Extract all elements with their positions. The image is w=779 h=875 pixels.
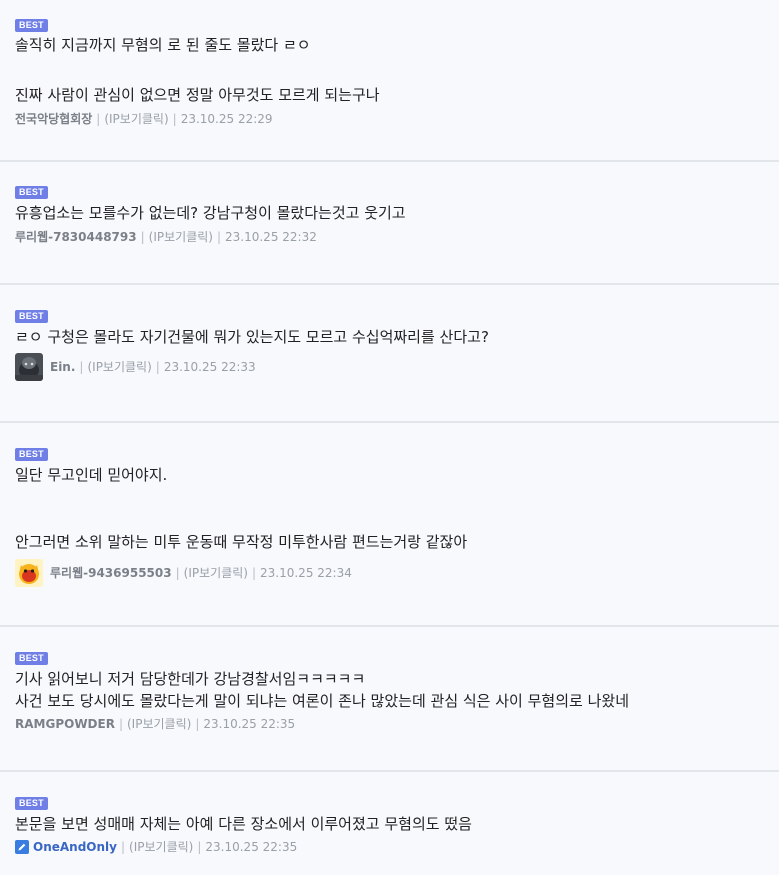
comment-date: 23.10.25 22:35 [203,717,296,731]
meta-separator: | [140,230,145,244]
ip-link[interactable]: (IP보기클릭) [127,715,191,733]
best-badge: BEST [15,797,48,810]
meta-separator: | [197,840,202,854]
comment-text: 기사 읽어보니 저거 담당한데가 강남경찰서임ㅋㅋㅋㅋㅋ [15,670,366,688]
comment-item: BEST 본문을 보면 성매매 자체는 아예 다른 장소에서 이루어졌고 무혐의… [0,791,779,856]
ip-link[interactable]: (IP보기클릭) [149,228,213,246]
comment-date: 23.10.25 22:33 [163,360,256,374]
meta-separator: | [251,566,257,580]
comment-date: 23.10.25 22:29 [180,112,273,126]
pencil-icon [15,840,29,854]
comment-text: 진짜 사람이 관심이 없으면 정말 아무것도 모르게 되는구나 [15,86,380,104]
comment-text: 사건 보도 당시에도 몰랐다는게 말이 되냐는 여론이 존나 많았는데 관심 식… [15,692,629,710]
comment-divider [0,160,779,162]
author-name[interactable]: Ein. [50,358,75,376]
meta-separator: | [216,230,222,244]
comment-divider [0,625,779,627]
comment-item: BEST 유흥업소는 모를수가 없는데? 강남구청이 몰랐다는것고 웃기고 루리… [0,180,779,246]
comment-item: BEST ㄹㅇ 구청은 몰라도 자기건물에 뭐가 있는지도 모르고 수십억짜리를… [0,304,779,381]
meta-separator: | [155,360,160,374]
avatar[interactable] [15,353,43,381]
comment-meta: 전국악당협회장 | (IP보기클릭) | 23.10.25 22:29 [15,110,779,128]
comment-meta: OneAndOnly | (IP보기클릭) | 23.10.25 22:35 [15,838,779,856]
best-badge: BEST [15,448,48,461]
dark-creature-avatar-icon [15,353,43,381]
comment-text: 본문을 보면 성매매 자체는 아예 다른 장소에서 이루어졌고 무혐의도 떴음 [15,815,472,833]
ip-link[interactable]: (IP보기클릭) [104,110,168,128]
comment-item: BEST 솔직히 지금까지 무혐의 로 된 줄도 몰랐다 ㄹㅇ 진짜 사람이 관… [0,13,779,128]
author-name[interactable]: OneAndOnly [33,838,117,856]
comment-date: 23.10.25 22:34 [260,566,352,580]
meta-separator: | [96,112,101,126]
yellow-character-avatar-icon [15,559,43,587]
comment-meta: RAMGPOWDER | (IP보기클릭) | 23.10.25 22:35 [15,715,779,733]
ip-link[interactable]: (IP보기클릭) [184,564,248,582]
author-name[interactable]: 루리웹-7830448793 [15,228,137,246]
comment-meta: 루리웹-7830448793 | (IP보기클릭) | 23.10.25 22:… [15,228,779,246]
meta-separator: | [120,840,126,854]
comment-divider [0,770,779,772]
comment-text: 안그러면 소위 말하는 미투 운동때 무작정 미투한사람 편드는거랑 같잖아 [15,533,468,551]
author-name[interactable]: RAMGPOWDER [15,715,115,733]
meta-separator: | [195,717,200,731]
comment-divider [0,421,779,423]
comment-date: 23.10.25 22:35 [205,840,298,854]
comment-item: BEST 일단 무고인데 믿어야지. 안그러면 소위 말하는 미투 운동때 무작… [0,442,779,587]
comment-text: 솔직히 지금까지 무혐의 로 된 줄도 몰랐다 ㄹㅇ [15,36,311,54]
best-badge: BEST [15,19,48,32]
comment-text: 일단 무고인데 믿어야지. [15,466,168,484]
comment-item: BEST 기사 읽어보니 저거 담당한데가 강남경찰서임ㅋㅋㅋㅋㅋ 사건 보도 … [0,646,779,733]
ip-link[interactable]: (IP보기클릭) [87,358,151,376]
avatar[interactable] [15,559,43,587]
meta-separator: | [118,717,123,731]
meta-separator: | [175,566,180,580]
comment-divider [0,283,779,285]
best-badge: BEST [15,652,48,665]
comment-text: ㄹㅇ 구청은 몰라도 자기건물에 뭐가 있는지도 모르고 수십억짜리를 산다고? [15,328,489,346]
meta-separator: | [172,112,177,126]
ip-link[interactable]: (IP보기클릭) [129,838,193,856]
comment-meta: Ein. | (IP보기클릭) | 23.10.25 22:33 [15,353,779,381]
meta-separator: | [79,360,84,374]
comment-meta: 루리웹-9436955503 | (IP보기클릭) | 23.10.25 22:… [15,559,779,587]
comment-text: 유흥업소는 모를수가 없는데? 강남구청이 몰랐다는것고 웃기고 [15,204,406,222]
comment-date: 23.10.25 22:32 [225,230,317,244]
author-name[interactable]: 전국악당협회장 [15,110,92,128]
best-badge: BEST [15,186,48,199]
author-name[interactable]: 루리웹-9436955503 [50,564,172,582]
best-badge: BEST [15,310,48,323]
